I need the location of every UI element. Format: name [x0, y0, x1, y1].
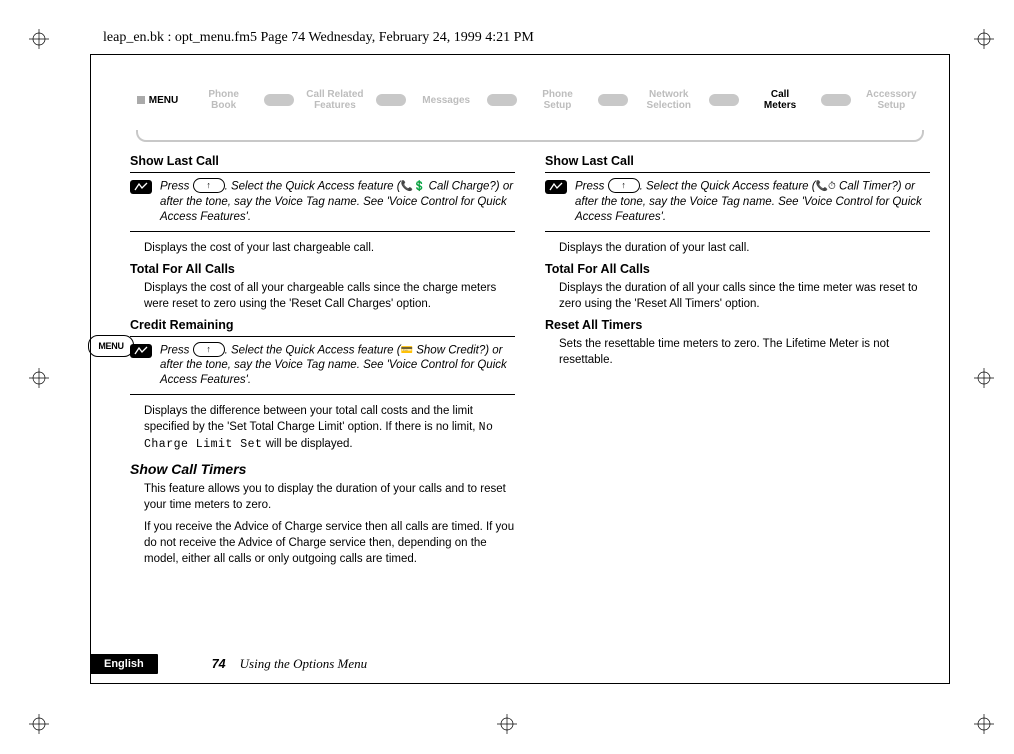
column-left: Show Last Call Press ↑. Select the Quick…	[130, 148, 515, 573]
body-text: This feature allows you to display the d…	[144, 481, 515, 513]
call-timer-icon: 📞⏱	[816, 179, 836, 194]
side-menu-label: MENU	[88, 335, 134, 357]
menu-tab: PhoneBook	[185, 89, 262, 111]
body-text: Sets the resettable time meters to zero.…	[559, 336, 930, 368]
menu-icon-label: MENU	[149, 95, 178, 106]
body-text: Displays the cost of all your chargeable…	[144, 280, 515, 312]
heading-show-call-timers: Show Call Timers	[130, 461, 515, 477]
chapter-title: Using the Options Menu	[240, 656, 367, 672]
crop-mark-mr	[974, 368, 994, 388]
quick-access-icon	[545, 180, 567, 194]
tab-connector	[487, 94, 517, 106]
body-text: Displays the duration of your last call.	[559, 240, 930, 256]
body-text: Displays the difference between your tot…	[144, 403, 515, 453]
menu-tab: NetworkSelection	[630, 89, 707, 111]
heading-show-last-call-r: Show Last Call	[545, 154, 930, 168]
crop-mark-br	[974, 714, 994, 734]
menu-tabs: PhoneBook Call RelatedFeatures Messages Pho…	[185, 89, 930, 111]
note-text: Press ↑. Select the Quick Access feature…	[575, 179, 930, 225]
menu-tab: Messages	[408, 95, 485, 106]
tab-connector	[376, 94, 406, 106]
quick-access-icon	[130, 344, 152, 358]
tab-connector	[598, 94, 628, 106]
quick-access-icon	[130, 180, 152, 194]
note-text: Press ↑. Select the Quick Access feature…	[160, 179, 515, 225]
heading-total-all-calls-l: Total For All Calls	[130, 262, 515, 276]
page-number: 74	[212, 657, 226, 671]
up-key-icon: ↑	[193, 178, 225, 193]
menu-icon: MENU	[130, 89, 185, 111]
menu-breadcrumb: MENU PhoneBook Call RelatedFeatures Messag…	[130, 80, 930, 120]
menu-tab: CallMeters	[741, 89, 818, 111]
body-text: Displays the cost of your last chargeabl…	[144, 240, 515, 256]
tab-connector	[709, 94, 739, 106]
heading-credit-remaining: Credit Remaining	[130, 318, 515, 332]
crop-mark-bl	[29, 714, 49, 734]
quick-access-note-1: Press ↑. Select the Quick Access feature…	[130, 172, 515, 232]
page-content: MENU PhoneBook Call RelatedFeatures Messag…	[130, 80, 930, 573]
framemaker-header: leap_en.bk : opt_menu.fm5 Page 74 Wednes…	[103, 30, 534, 46]
crop-mark-ml	[29, 368, 49, 388]
menu-bracket	[136, 130, 924, 142]
tab-connector	[264, 94, 294, 106]
quick-access-note-2: Press ↑. Select the Quick Access feature…	[130, 336, 515, 396]
tab-connector	[821, 94, 851, 106]
column-right: Show Last Call Press ↑. Select the Quick…	[545, 148, 930, 573]
language-badge: English	[90, 654, 158, 674]
heading-total-all-calls-r: Total For All Calls	[545, 262, 930, 276]
quick-access-note-3: Press ↑. Select the Quick Access feature…	[545, 172, 930, 232]
heading-show-last-call-l: Show Last Call	[130, 154, 515, 168]
heading-reset-all-timers: Reset All Timers	[545, 318, 930, 332]
menu-tab: Call RelatedFeatures	[296, 89, 373, 111]
crop-mark-tl	[29, 29, 49, 49]
up-key-icon: ↑	[193, 342, 225, 357]
menu-tab: AccessorySetup	[853, 89, 930, 111]
body-text: Displays the duration of all your calls …	[559, 280, 930, 312]
menu-tab: PhoneSetup	[519, 89, 596, 111]
note-text: Press ↑. Select the Quick Access feature…	[160, 343, 515, 389]
crop-mark-tr	[974, 29, 994, 49]
page-footer: English 74 Using the Options Menu	[90, 654, 367, 674]
two-column-layout: Show Last Call Press ↑. Select the Quick…	[130, 148, 930, 573]
call-charge-icon: 📞💲	[401, 179, 426, 194]
body-text: If you receive the Advice of Charge serv…	[144, 519, 515, 567]
show-credit-icon: 💳	[401, 343, 413, 358]
crop-mark-bc	[497, 714, 517, 734]
up-key-icon: ↑	[608, 178, 640, 193]
